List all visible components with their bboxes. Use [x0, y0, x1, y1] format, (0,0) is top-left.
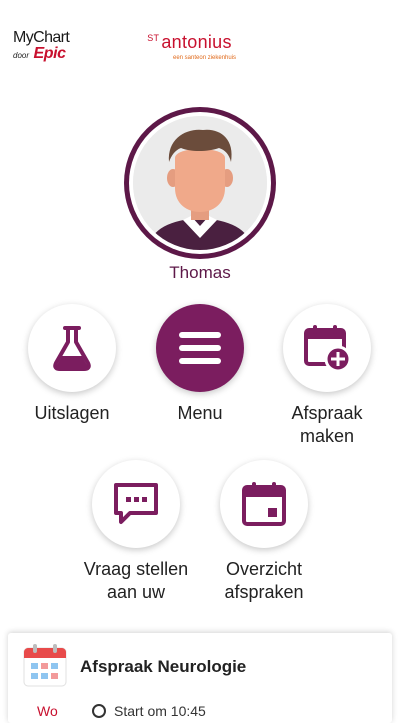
calendar-add-icon [304, 325, 352, 373]
chat-icon [114, 483, 158, 524]
menu-button[interactable] [156, 304, 244, 392]
tile-uitslagen[interactable]: Uitslagen [12, 304, 132, 425]
hospital-tagline: een santeon ziekenhuis [173, 55, 237, 61]
tile-overzicht-afspraken[interactable]: Overzicht afspraken [204, 460, 324, 604]
st-prefix: ST [147, 33, 160, 43]
door-text: door [13, 51, 30, 60]
epic-logo-text: Epic [33, 45, 66, 62]
user-name: Thomas [169, 263, 231, 282]
vraag-stellen-label: Vraag stellen aan uw [83, 559, 189, 602]
afspraak-maken-label: Afspraak maken [291, 403, 363, 446]
menu-label: Menu [177, 403, 223, 423]
vraag-stellen-button[interactable] [92, 460, 180, 548]
st-antonius-logo: ST antonius een santeon ziekenhuis [143, 33, 236, 61]
calendar-icon [242, 482, 286, 526]
appointment-title: Afspraak Neurologie [80, 657, 247, 676]
mychart-epic-logo: MyChart door Epic [13, 29, 70, 62]
tile-afspraak-maken[interactable]: Afspraak maken [267, 304, 387, 448]
avatar-photo [133, 116, 267, 250]
overzicht-afspraken-label: Overzicht afspraken [224, 559, 304, 602]
clock-icon [92, 704, 106, 718]
mychart-logo-text: MyChart [13, 29, 70, 46]
appointment-time: Start om 10:45 [92, 703, 206, 719]
hospital-name: antonius [161, 32, 232, 52]
avatar[interactable] [124, 107, 276, 259]
flask-icon [53, 326, 91, 371]
uitslagen-button[interactable] [28, 304, 116, 392]
overzicht-afspraken-button[interactable] [220, 460, 308, 548]
appointment-time-text: Start om 10:45 [114, 703, 206, 719]
appointment-day: Wo [37, 703, 58, 719]
hamburger-icon [179, 332, 221, 364]
appointment-calendar-icon [23, 644, 67, 687]
tile-vraag-stellen[interactable]: Vraag stellen aan uw [76, 460, 196, 604]
tile-menu[interactable]: Menu [140, 304, 260, 425]
afspraak-maken-button[interactable] [283, 304, 371, 392]
uitslagen-label: Uitslagen [34, 403, 110, 423]
